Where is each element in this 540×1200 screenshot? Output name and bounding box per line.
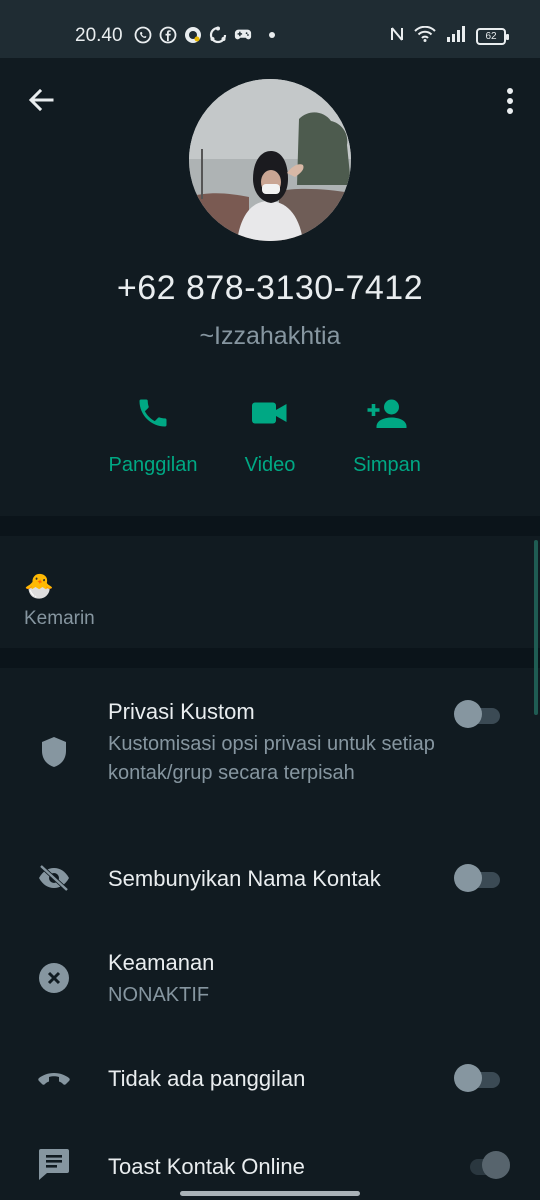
facebook-icon [159,26,177,44]
setting-subtitle: Kustomisasi opsi privasi untuk setiap ko… [108,733,435,784]
setting-title: Privasi Kustom [108,699,255,724]
contact-avatar[interactable] [189,79,351,241]
notification-icons [134,26,275,44]
about-status-emoji: 🐣 [24,573,54,600]
eye-off-icon [36,860,72,896]
about-section: 🐣 Kemarin [0,536,540,648]
video-button[interactable]: Video [210,388,330,477]
setting-title: Sembunyikan Nama Kontak [108,866,381,891]
contact-push-name: ~Izzahakhtia [199,322,341,350]
shield-icon [36,734,72,770]
toggle-knob [454,864,482,892]
setting-title: Toast Kontak Online [108,1154,305,1179]
whatsapp-icon [134,26,152,44]
video-button-label: Video [244,454,296,476]
status-bar: 20.40 62 [0,0,540,58]
setting-row-security[interactable]: Keamanan NONAKTIF [0,938,540,1028]
custom-privacy-toggle[interactable] [454,700,500,728]
more-options-icon[interactable] [504,86,516,116]
battery-icon: 62 [476,28,509,45]
gamepad-icon [234,26,252,44]
setting-row-online-toast[interactable]: Toast Kontak Online [0,1128,540,1200]
contact-settings: Privasi Kustom Kustomisasi opsi privasi … [0,668,540,1200]
toggle-knob [482,1151,510,1179]
online-toast-toggle[interactable] [464,1151,510,1179]
sync-icon [209,26,227,44]
hide-contact-name-toggle[interactable] [454,864,500,892]
contact-phone-number: +62 878-3130-7412 [116,269,424,307]
call-end-icon [36,1060,72,1096]
phone-icon [93,388,213,438]
setting-row-hide-contact-name[interactable]: Sembunyikan Nama Kontak [0,838,540,918]
nfc-icon [390,26,404,47]
video-icon [210,388,330,438]
signal-icon [446,26,466,47]
setting-row-custom-privacy[interactable]: Privasi Kustom Kustomisasi opsi privasi … [0,668,540,828]
setting-title: Tidak ada panggilan [108,1066,306,1091]
setting-title: Keamanan [108,950,215,975]
no-calls-toggle[interactable] [454,1064,500,1092]
setting-row-no-calls[interactable]: Tidak ada panggilan [0,1038,540,1118]
action-buttons: Panggilan Video Simpan [0,388,540,488]
app-icon [184,26,202,44]
scrollbar[interactable] [534,540,538,715]
call-button-label: Panggilan [108,454,198,476]
back-arrow-icon[interactable] [27,86,55,114]
save-contact-label: Simpan [353,454,421,476]
status-time: 20.40 [75,25,123,46]
system-status: 62 [390,25,509,47]
close-circle-icon [36,960,72,996]
setting-subtitle: NONAKTIF [108,984,210,1006]
gesture-nav-bar[interactable] [180,1191,360,1196]
toggle-knob [454,1064,482,1092]
message-icon [36,1146,72,1182]
save-contact-button[interactable]: Simpan [327,388,447,477]
add-person-icon [327,388,447,438]
wifi-icon [414,25,436,47]
call-button[interactable]: Panggilan [93,388,213,477]
toggle-knob [454,700,482,728]
about-date: Kemarin [24,608,95,629]
contact-header: +62 878-3130-7412 ~Izzahakhtia Panggilan… [0,58,540,516]
more-notifications-dot [269,32,275,38]
